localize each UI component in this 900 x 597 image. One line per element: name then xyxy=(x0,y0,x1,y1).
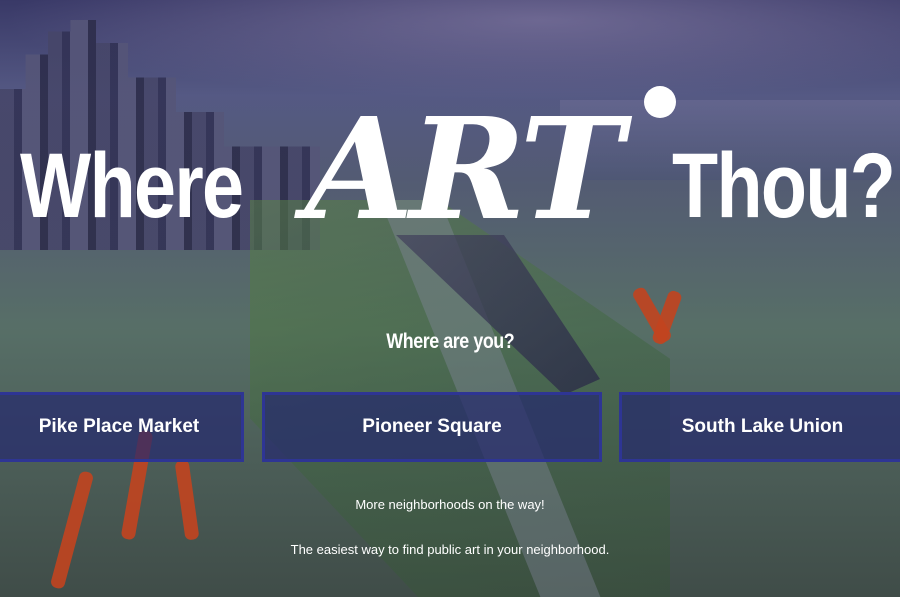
title-thou: Thou? xyxy=(672,135,896,237)
title-art-flourish xyxy=(644,86,676,118)
location-prompt-text: Where are you? xyxy=(386,330,514,353)
hero-title: Where ART Thou? xyxy=(0,80,900,250)
title-art: ART xyxy=(305,88,624,252)
tagline: The easiest way to find public art in yo… xyxy=(290,542,610,557)
title-where: Where xyxy=(20,135,244,237)
neighborhood-button-pike-place-market[interactable]: Pike Place Market xyxy=(0,392,244,462)
neighborhood-button-south-lake-union[interactable]: South Lake Union xyxy=(619,392,900,462)
more-neighborhoods-note: More neighborhoods on the way! xyxy=(355,497,545,512)
neighborhood-button-pioneer-square[interactable]: Pioneer Square xyxy=(262,392,602,462)
location-prompt: Where are you? xyxy=(0,330,900,354)
